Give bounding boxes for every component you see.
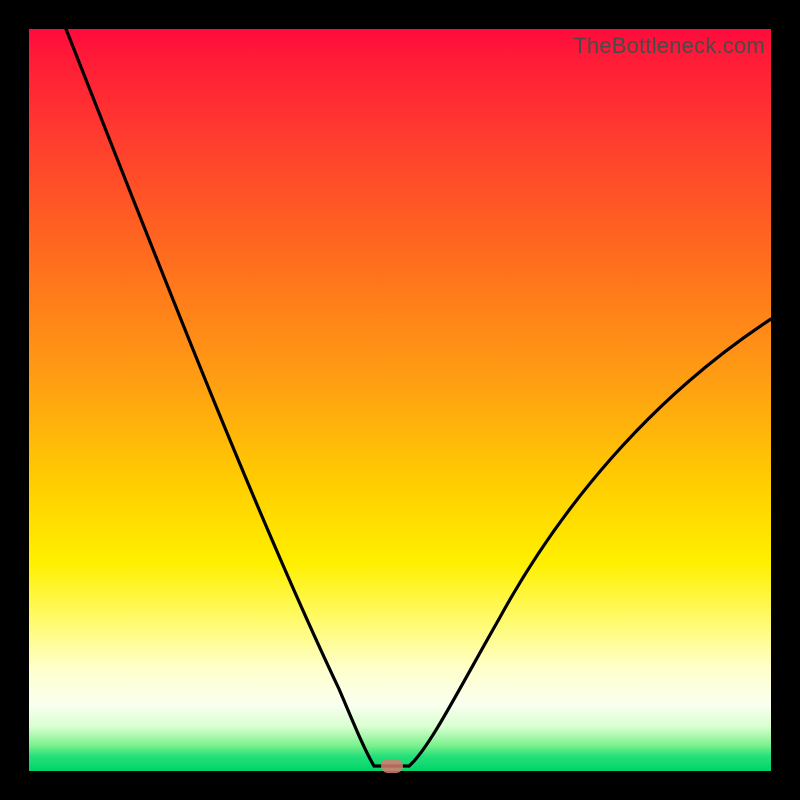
plot-area: TheBottleneck.com xyxy=(29,29,771,771)
bottleneck-curve xyxy=(29,29,771,771)
chart-frame: TheBottleneck.com xyxy=(0,0,800,800)
optimal-point-marker xyxy=(381,759,403,773)
